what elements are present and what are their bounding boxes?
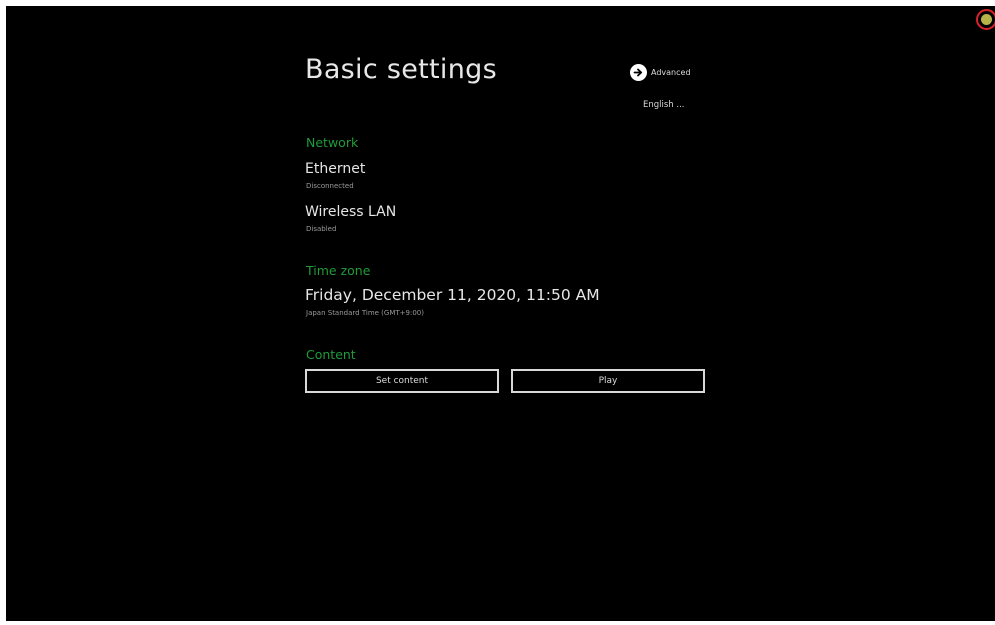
ethernet-item[interactable]: Ethernet (305, 161, 365, 177)
settings-screen: Basic settings Advanced English ... Netw… (6, 6, 995, 621)
timezone-section-header: Time zone (306, 263, 371, 278)
advanced-button[interactable]: Advanced (630, 64, 691, 81)
set-content-button[interactable]: Set content (305, 369, 499, 393)
wireless-lan-item[interactable]: Wireless LAN (305, 204, 396, 220)
status-dot (981, 14, 992, 25)
timezone-name: Japan Standard Time (GMT+9:00) (306, 309, 424, 317)
datetime-display[interactable]: Friday, December 11, 2020, 11:50 AM (305, 286, 600, 304)
arrow-right-circle-icon (630, 64, 647, 81)
page-title: Basic settings (305, 54, 497, 85)
play-button[interactable]: Play (511, 369, 705, 393)
ethernet-status: Disconnected (306, 182, 354, 190)
content-section-header: Content (306, 347, 356, 362)
wireless-lan-status: Disabled (306, 225, 337, 233)
advanced-label: Advanced (651, 68, 691, 77)
network-section-header: Network (306, 135, 359, 150)
status-indicator-icon (976, 9, 995, 30)
language-selector[interactable]: English ... (643, 100, 685, 110)
